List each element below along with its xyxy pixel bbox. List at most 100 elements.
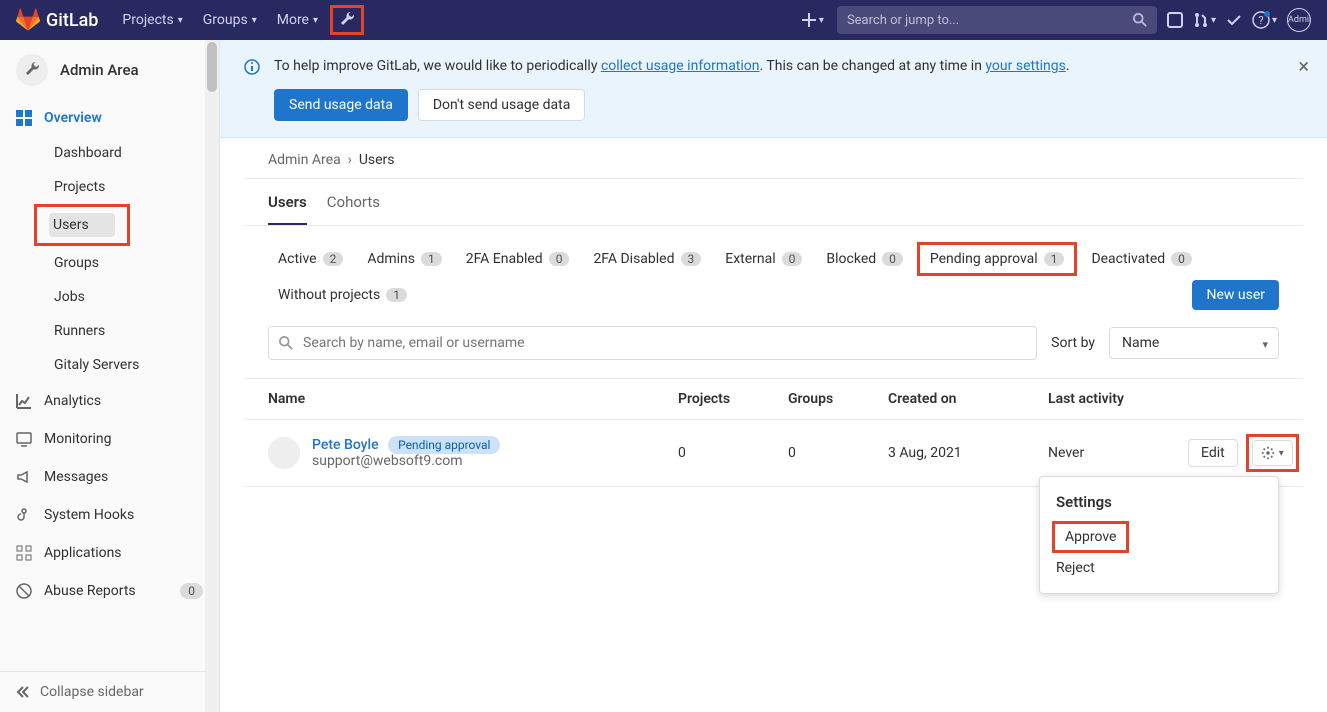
sidebar-header[interactable]: Admin Area [0, 40, 219, 100]
tab-cohorts[interactable]: Cohorts [327, 193, 380, 225]
wrench-icon [16, 54, 48, 86]
sidebar-hooks[interactable]: System Hooks [0, 496, 219, 534]
cell-groups: 0 [788, 445, 888, 461]
sidebar-item-jobs[interactable]: Jobs [38, 280, 219, 314]
dont-send-usage-button[interactable]: Don't send usage data [418, 89, 585, 121]
banner-text: To help improve GitLab, we would like to… [274, 56, 1070, 77]
search-input[interactable] [847, 13, 1147, 28]
table-row: Pete Boyle Pending approval support@webs… [244, 420, 1303, 487]
chevron-down-icon: ▾ [178, 15, 183, 26]
cell-last-activity: Never [1048, 445, 1188, 461]
sidebar-item-gitaly[interactable]: Gitaly Servers [38, 348, 219, 382]
merge-requests-icon[interactable]: ▾ [1193, 12, 1216, 28]
info-icon [244, 59, 260, 75]
chevron-down-icon: ▾ [1272, 15, 1277, 26]
sidebar-item-users[interactable]: Users [49, 213, 115, 237]
monitoring-icon [16, 431, 32, 447]
filter-pending-approval-highlight[interactable]: Pending approval1 [917, 242, 1078, 276]
user-search-input[interactable] [303, 335, 1024, 351]
tab-users[interactable]: Users [268, 193, 307, 225]
sidebar-scrollbar[interactable] [205, 40, 219, 712]
search-icon [1133, 13, 1147, 27]
nav-projects[interactable]: Projects▾ [112, 4, 192, 36]
gitlab-logo[interactable]: GitLab [16, 8, 98, 32]
sidebar-abuse[interactable]: Abuse Reports0 [0, 572, 219, 610]
apps-icon [16, 545, 32, 561]
sort-select[interactable]: Name▾ [1109, 327, 1279, 359]
settings-dropdown: Settings Approve Reject [1039, 476, 1279, 594]
search-icon [279, 336, 293, 350]
sidebar-messages[interactable]: Messages [0, 458, 219, 496]
cell-created: 3 Aug, 2021 [888, 445, 1048, 461]
your-settings-link[interactable]: your settings [985, 58, 1065, 74]
chevron-down-icon: ▾ [313, 15, 318, 26]
send-usage-button[interactable]: Send usage data [274, 89, 408, 121]
edit-button[interactable]: Edit [1188, 439, 1238, 467]
filter-external[interactable]: External0 [715, 245, 812, 273]
overview-icon [16, 110, 32, 126]
abuse-icon [16, 583, 32, 599]
new-menu[interactable]: ▾ [799, 6, 827, 34]
gear-dropdown-highlight: ▾ [1246, 434, 1299, 472]
sidebar-applications[interactable]: Applications [0, 534, 219, 572]
chevron-down-icon: ▾ [819, 15, 824, 26]
collapse-icon [16, 685, 30, 699]
filter-deactivated[interactable]: Deactivated0 [1081, 245, 1201, 273]
user-avatar [268, 437, 300, 469]
close-icon[interactable]: × [1298, 54, 1309, 78]
admin-wrench-highlight[interactable] [330, 5, 364, 35]
sort-by-label: Sort by [1051, 335, 1095, 351]
sidebar-item-users-highlight: Users [34, 204, 130, 246]
svg-text:?: ? [1258, 14, 1263, 27]
sidebar-overview[interactable]: Overview [0, 100, 219, 136]
dropdown-header: Settings [1040, 487, 1278, 521]
gear-icon [1261, 446, 1275, 460]
collect-usage-link[interactable]: collect usage information [601, 58, 760, 74]
sidebar-item-dashboard[interactable]: Dashboard [38, 136, 219, 170]
analytics-icon [16, 393, 32, 409]
sidebar-monitoring[interactable]: Monitoring [0, 420, 219, 458]
nav-more[interactable]: More▾ [267, 4, 328, 36]
nav-groups[interactable]: Groups▾ [193, 4, 267, 36]
filter-active[interactable]: Active2 [268, 245, 353, 273]
sidebar-item-runners[interactable]: Runners [38, 314, 219, 348]
filter-blocked[interactable]: Blocked0 [816, 245, 912, 273]
user-search-field[interactable] [268, 326, 1037, 360]
sidebar-title: Admin Area [60, 61, 139, 79]
sidebar-item-projects[interactable]: Projects [38, 170, 219, 204]
usage-banner: To help improve GitLab, we would like to… [220, 40, 1327, 138]
chevron-down-icon: ▾ [1211, 15, 1216, 26]
global-search[interactable] [837, 6, 1157, 34]
table-header: Name Projects Groups Created on Last act… [244, 378, 1303, 420]
abuse-count: 0 [180, 583, 203, 599]
approve-item-highlight[interactable]: Approve [1052, 521, 1129, 553]
gear-dropdown-button[interactable]: ▾ [1252, 440, 1293, 466]
user-name-link[interactable]: Pete Boyle [312, 437, 379, 453]
filter-2fa-enabled[interactable]: 2FA Enabled0 [456, 245, 580, 273]
crumb-admin[interactable]: Admin Area [268, 152, 341, 168]
user-avatar[interactable]: Administrator [1287, 8, 1311, 32]
chevron-down-icon: ▾ [1262, 338, 1268, 351]
new-user-button[interactable]: New user [1192, 280, 1279, 310]
todos-icon[interactable] [1226, 12, 1242, 28]
hook-icon [16, 507, 32, 523]
chevron-down-icon: ▾ [252, 15, 257, 26]
brand-text: GitLab [46, 10, 98, 31]
user-email: support@websoft9.com [312, 453, 500, 469]
breadcrumb: Admin Area › Users [244, 138, 1303, 179]
cell-projects: 0 [678, 445, 788, 461]
collapse-sidebar[interactable]: Collapse sidebar [0, 671, 219, 712]
filter-2fa-disabled[interactable]: 2FA Disabled3 [583, 245, 711, 273]
wrench-icon [339, 12, 355, 28]
plus-icon [802, 13, 816, 27]
issues-icon[interactable] [1167, 12, 1183, 28]
filter-without-projects[interactable]: Without projects1 [268, 281, 417, 309]
reject-item[interactable]: Reject [1040, 553, 1278, 583]
help-icon[interactable]: ?▾ [1252, 11, 1277, 29]
sidebar-analytics[interactable]: Analytics [0, 382, 219, 420]
megaphone-icon [16, 469, 32, 485]
crumb-users: Users [359, 152, 395, 168]
sidebar-item-groups[interactable]: Groups [38, 246, 219, 280]
filter-admins[interactable]: Admins1 [357, 245, 451, 273]
pending-badge: Pending approval [388, 436, 500, 454]
